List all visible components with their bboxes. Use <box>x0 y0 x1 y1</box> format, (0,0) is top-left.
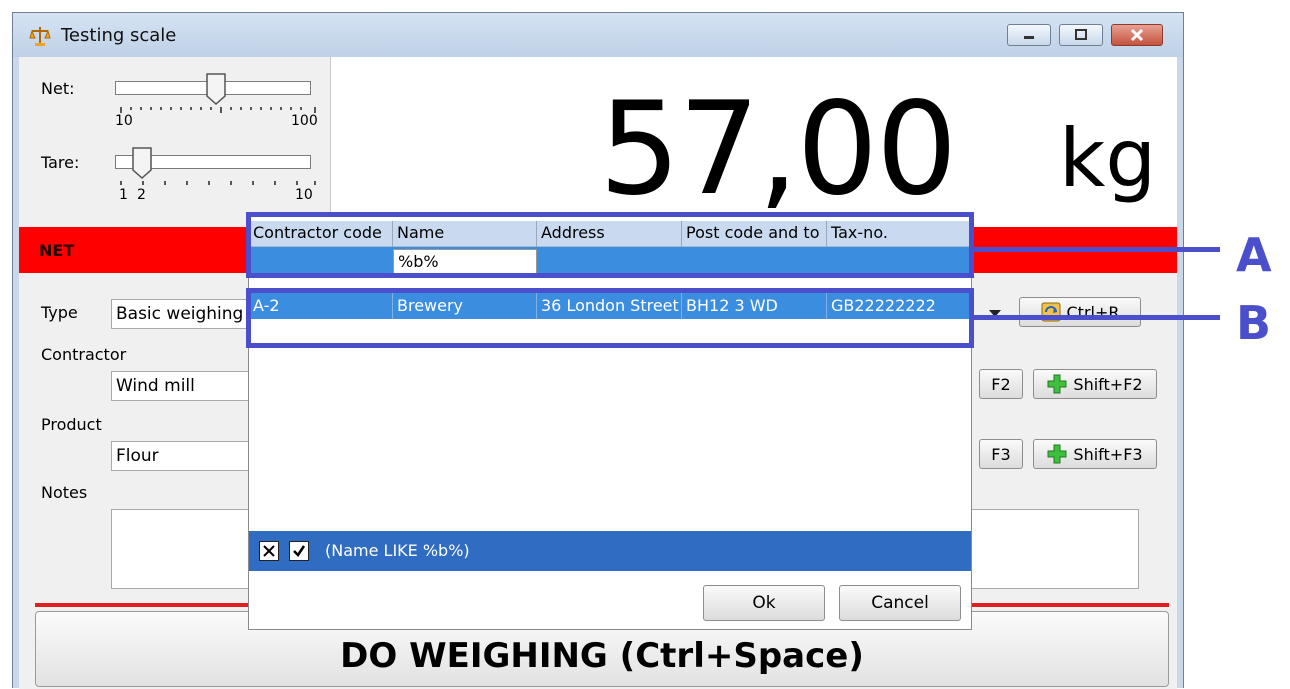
net-label: Net: <box>41 79 75 98</box>
cancel-button[interactable]: Cancel <box>839 585 961 621</box>
tare-second-label: 2 <box>137 187 146 203</box>
plus-icon <box>1047 444 1067 464</box>
tare-slider-ticks <box>120 181 316 185</box>
plus-icon <box>1047 374 1067 394</box>
tare-label: Tare: <box>41 153 80 172</box>
contractor-shortcut-label: F2 <box>991 374 1011 394</box>
display-panel: Net: 10 100 Tare: 1 2 10 57,00 kg <box>19 57 1177 227</box>
weight-unit: kg <box>1059 112 1157 205</box>
type-dropdown-button[interactable] <box>985 299 1005 329</box>
scale-icon <box>29 25 51 47</box>
filter-expression: (Name LIKE %b%) <box>325 541 470 560</box>
slider-panel: Net: 10 100 Tare: 1 2 10 <box>19 57 331 227</box>
maximize-icon <box>1075 29 1087 40</box>
net-slider-thumb[interactable] <box>205 72 229 106</box>
callout-a-line <box>974 247 1220 252</box>
tare-min-label: 1 <box>119 187 128 203</box>
callout-b-letter: B <box>1236 296 1272 350</box>
type-select[interactable]: Basic weighing <box>111 299 261 329</box>
close-button[interactable] <box>1111 24 1163 46</box>
close-icon <box>263 545 275 557</box>
contractor-add-button[interactable]: Shift+F2 <box>1033 369 1157 399</box>
callout-b-box <box>246 288 974 348</box>
minimize-icon <box>1024 36 1034 39</box>
contractor-field[interactable]: Wind mill <box>111 371 261 401</box>
callout-a-letter: A <box>1236 228 1272 282</box>
weight-readout: 57,00 <box>599 75 957 224</box>
tare-max-label: 10 <box>295 187 313 203</box>
window-title: Testing scale <box>61 25 177 46</box>
maximize-button[interactable] <box>1059 24 1103 46</box>
type-refresh-button[interactable]: Ctrl+R <box>1019 297 1141 327</box>
mode-label: NET <box>39 241 75 260</box>
product-field[interactable]: Flour <box>111 441 261 471</box>
net-max-label: 100 <box>291 113 318 129</box>
title-bar: Testing scale <box>13 13 1183 57</box>
filter-enabled-checkbox[interactable] <box>289 541 309 561</box>
tare-slider-thumb[interactable] <box>131 146 155 180</box>
product-label: Product <box>41 415 102 434</box>
ok-button[interactable]: Ok <box>703 585 825 621</box>
close-icon <box>1130 28 1144 42</box>
product-add-button[interactable]: Shift+F3 <box>1033 439 1157 469</box>
filter-status-bar: (Name LIKE %b%) <box>249 531 971 571</box>
type-label: Type <box>41 303 78 322</box>
product-add-label: Shift+F3 <box>1073 444 1143 464</box>
contractor-search-button[interactable]: F2 <box>979 369 1023 399</box>
net-slider-ticks <box>120 107 316 113</box>
net-min-label: 10 <box>115 113 133 129</box>
contractor-add-label: Shift+F2 <box>1073 374 1143 394</box>
minimize-button[interactable] <box>1007 24 1051 46</box>
product-shortcut-label: F3 <box>991 444 1011 464</box>
contractor-label: Contractor <box>41 345 127 364</box>
notes-label: Notes <box>41 483 88 502</box>
callout-a-box <box>246 212 974 278</box>
product-search-button[interactable]: F3 <box>979 439 1023 469</box>
clear-filter-button[interactable] <box>259 541 279 561</box>
callout-b-line <box>974 315 1220 320</box>
checkmark-icon <box>293 545 306 557</box>
